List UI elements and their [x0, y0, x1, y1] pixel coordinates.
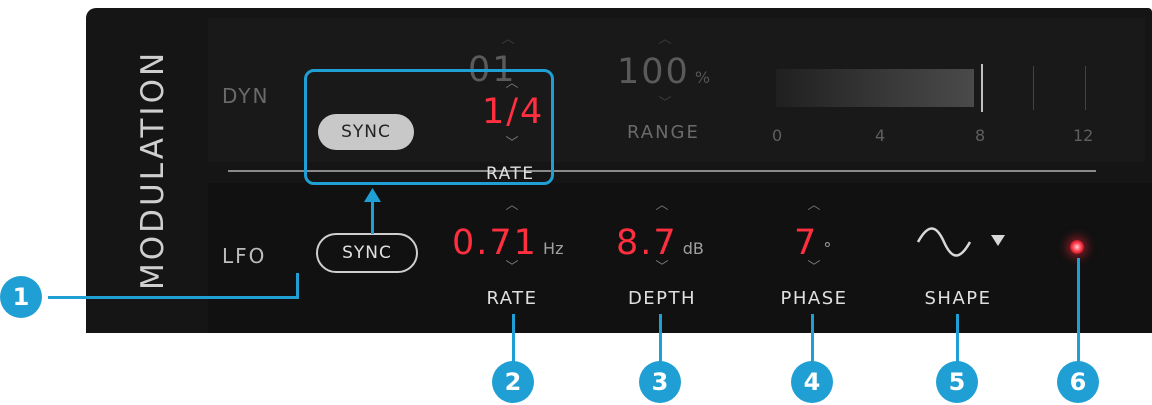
lfo-rate-down-icon[interactable]: ﹀ [502, 261, 522, 274]
callout-line-4 [811, 314, 814, 366]
range-value: 100 [617, 52, 690, 92]
lfo-rate-up-icon[interactable]: ︿ [502, 199, 522, 212]
section-title: MODULATION [135, 49, 171, 290]
callout-arrow-icon [364, 188, 381, 202]
range-value-group[interactable]: 100 % [617, 52, 710, 92]
meter-gridline [1033, 66, 1034, 110]
range-up-icon[interactable]: ︿ [655, 33, 675, 46]
phase-label: PHASE [780, 288, 848, 309]
depth-value: 8.7 [616, 223, 678, 263]
lfo-rate-value-group[interactable]: 0.71 Hz [452, 223, 563, 263]
shape-selector[interactable] [914, 222, 1014, 262]
callout-arrow-shaft [371, 198, 374, 234]
phase-value: 7 [794, 223, 819, 263]
lfo-rate-value: 0.71 [452, 223, 538, 263]
callout-badge-4: 4 [791, 361, 833, 403]
meter-tick: 8 [975, 126, 986, 145]
depth-label: DEPTH [627, 288, 697, 309]
dyn-partial-up-icon: ︿ [501, 32, 515, 47]
meter-tick: 0 [772, 126, 783, 145]
callout-line-1 [48, 296, 298, 299]
lfo-sync-button[interactable]: SYNC [316, 233, 418, 273]
callout-badge-5: 5 [936, 361, 978, 403]
callout-line-6 [1077, 258, 1080, 366]
depth-value-group[interactable]: 8.7 dB [616, 223, 704, 263]
depth-up-icon[interactable]: ︿ [652, 199, 672, 212]
callout-highlight [304, 69, 554, 185]
range-down-icon[interactable]: ﹀ [655, 97, 675, 110]
phase-unit: ° [823, 239, 832, 258]
meter-tick: 12 [1073, 126, 1094, 145]
callout-line-3 [659, 314, 662, 366]
callout-line-2 [512, 314, 515, 366]
callout-badge-3: 3 [639, 361, 681, 403]
range-label: RANGE [627, 122, 700, 143]
lfo-rate-label: RATE [486, 288, 538, 309]
callout-badge-2: 2 [492, 361, 534, 403]
depth-unit: dB [682, 239, 704, 258]
lfo-rate-unit: Hz [543, 239, 564, 258]
meter-marker [981, 64, 983, 112]
callout-line-1-up [296, 273, 299, 299]
callout-line-5 [956, 314, 959, 366]
phase-down-icon[interactable]: ﹀ [804, 261, 824, 274]
depth-down-icon[interactable]: ﹀ [652, 261, 672, 274]
phase-value-group[interactable]: 7 ° [794, 223, 831, 263]
dyn-meter [776, 69, 974, 107]
range-unit: % [694, 68, 711, 87]
meter-tick: 4 [875, 126, 886, 145]
callout-badge-6: 6 [1057, 361, 1099, 403]
callout-badge-1: 1 [0, 276, 42, 318]
led-indicator-icon [1070, 240, 1084, 254]
triangle-down-icon [991, 235, 1005, 246]
dyn-label: DYN [222, 84, 270, 108]
shape-label: SHAPE [924, 288, 992, 309]
phase-up-icon[interactable]: ︿ [804, 199, 824, 212]
meter-gridline [1085, 66, 1086, 110]
lfo-label: LFO [222, 244, 267, 268]
